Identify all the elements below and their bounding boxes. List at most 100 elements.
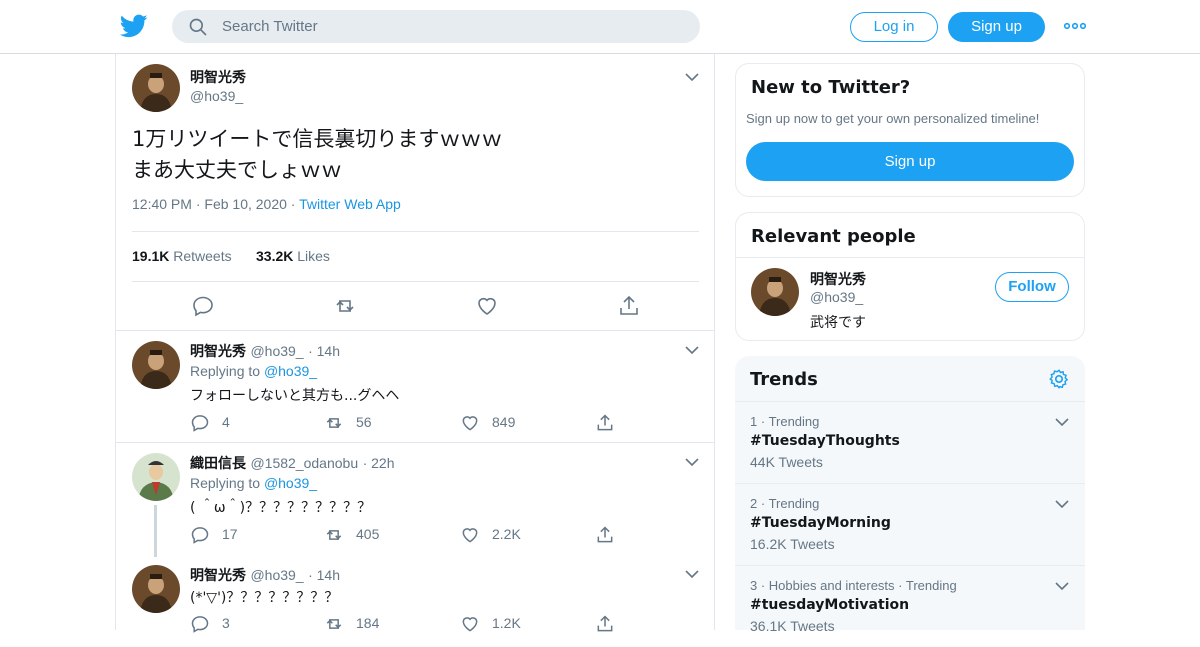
trend-tag[interactable]: #tuesdayMotivation (750, 597, 909, 613)
chevron-down-icon[interactable] (1055, 499, 1069, 509)
share-action[interactable] (595, 524, 627, 544)
retweet-action[interactable]: 56 (324, 412, 372, 432)
reply-time[interactable]: 14h (317, 343, 340, 359)
card-subtitle: Sign up now to get your own personalized… (746, 111, 1040, 126)
author-handle[interactable]: @ho39_ (250, 567, 303, 583)
retweet-icon (326, 530, 342, 541)
reply-count: 3 (222, 615, 230, 631)
more-dots-icon[interactable] (1064, 18, 1086, 34)
main-column: 明智光秀 @ho39_ 1万リツイートで信長裏切りますｗｗｗ まあ大丈夫でしょｗ… (115, 54, 715, 634)
reply-time[interactable]: 22h (371, 455, 394, 471)
tweet-time[interactable]: 12:40 PM (132, 196, 192, 212)
retweet-count: 405 (356, 526, 380, 542)
card-title: Relevant people (751, 226, 916, 247)
avatar[interactable] (132, 341, 180, 389)
chevron-down-icon[interactable] (685, 457, 699, 467)
likes-count: 33.2K (256, 248, 294, 264)
reply-tweet: 織田信長 @1582_odanobu · 22h Replying to @ho… (116, 443, 714, 557)
retweet-count: 184 (356, 615, 380, 631)
reply-icon (191, 616, 209, 634)
chevron-down-icon[interactable] (1055, 417, 1069, 427)
author-handle[interactable]: @ho39_ (250, 343, 303, 359)
author-handle[interactable]: @ho39_ (190, 88, 243, 104)
reply-action[interactable]: 4 (190, 412, 230, 433)
signup-button[interactable]: Sign up (746, 142, 1074, 181)
replying-to-handle[interactable]: @ho39_ (264, 363, 317, 379)
share-action[interactable] (595, 412, 627, 432)
like-icon[interactable] (475, 294, 499, 318)
avatar[interactable] (132, 64, 180, 112)
tweet-date[interactable]: Feb 10, 2020 (204, 196, 287, 212)
likes-label: Likes (297, 248, 330, 264)
reply-text: フォローしないと其方も...グヘヘ (190, 388, 400, 404)
author-name[interactable]: 明智光秀 (190, 67, 246, 87)
avatar[interactable] (132, 565, 180, 613)
like-action[interactable]: 1.2K (460, 613, 521, 633)
like-icon (462, 416, 478, 431)
search-icon (189, 18, 207, 36)
trend-tag[interactable]: #TuesdayMorning (750, 515, 891, 531)
login-button[interactable]: Log in (850, 12, 938, 42)
trend-count: 36.1K Tweets (750, 618, 835, 634)
chevron-down-icon[interactable] (1055, 581, 1069, 591)
like-action[interactable]: 2.2K (460, 524, 521, 544)
divider (736, 257, 1084, 258)
tweet-stats: 19.1K Retweets 33.2K Likes (132, 231, 699, 282)
signup-button[interactable]: Sign up (948, 12, 1045, 42)
reply-action[interactable]: 17 (190, 524, 238, 545)
tweet-actions (116, 294, 714, 318)
trend-item[interactable]: 3 · Hobbies and interests · Trending #tu… (735, 565, 1085, 647)
chevron-down-icon[interactable] (685, 569, 699, 579)
chevron-down-icon[interactable] (685, 345, 699, 355)
author-handle[interactable]: @1582_odanobu (250, 455, 358, 471)
author-name[interactable]: 織田信長 (190, 456, 246, 472)
trend-category: Hobbies and interests · Trending (768, 578, 957, 593)
retweet-action[interactable]: 184 (324, 613, 379, 633)
retweet-icon[interactable] (333, 294, 357, 318)
follow-button[interactable]: Follow (995, 272, 1069, 302)
trend-rank: 1 (750, 414, 758, 429)
share-icon[interactable] (617, 294, 641, 318)
reply-action[interactable]: 3 (190, 613, 230, 634)
share-icon (597, 615, 613, 632)
search-bar[interactable] (172, 10, 700, 43)
like-count: 849 (492, 414, 516, 430)
main-tweet: 明智光秀 @ho39_ 1万リツイートで信長裏切りますｗｗｗ まあ大丈夫でしょｗ… (116, 54, 714, 331)
share-action[interactable] (595, 613, 627, 633)
retweet-icon (326, 418, 342, 429)
trend-tag[interactable]: #TuesdayThoughts (750, 433, 900, 449)
retweets-label: Retweets (173, 248, 232, 264)
reply-icon[interactable] (191, 294, 215, 318)
author-name[interactable]: 明智光秀 (190, 344, 246, 360)
share-icon (597, 526, 613, 543)
trend-count: 44K Tweets (750, 454, 823, 470)
avatar[interactable] (132, 453, 180, 501)
likes-stat[interactable]: 33.2K Likes (256, 248, 330, 264)
tweet-source-app[interactable]: Twitter Web App (299, 196, 401, 212)
retweets-stat[interactable]: 19.1K Retweets (132, 248, 232, 264)
retweet-action[interactable]: 405 (324, 524, 379, 544)
like-count: 2.2K (492, 526, 521, 542)
trend-item[interactable]: 1 · Trending #TuesdayThoughts 44K Tweets (735, 401, 1085, 483)
reply-header: 明智光秀 @ho39_ · 14h (190, 567, 340, 584)
reply-time[interactable]: 14h (317, 567, 340, 583)
search-input[interactable] (222, 10, 682, 43)
replying-to-handle[interactable]: @ho39_ (264, 475, 317, 491)
chevron-down-icon[interactable] (685, 72, 699, 82)
trend-category: Trending (768, 414, 820, 429)
twitter-logo-icon[interactable] (120, 12, 148, 40)
trends-card: Trends 1 · Trending #TuesdayThoughts 44K… (735, 356, 1085, 634)
reply-icon (191, 415, 209, 433)
retweets-count: 19.1K (132, 248, 170, 264)
avatar[interactable] (751, 268, 799, 316)
top-bar: Log in Sign up (0, 0, 1200, 54)
author-name[interactable]: 明智光秀 (190, 568, 246, 584)
like-action[interactable]: 849 (460, 412, 515, 432)
reply-header: 明智光秀 @ho39_ · 14h (190, 343, 340, 360)
replying-prefix: Replying to (190, 475, 261, 491)
gear-icon[interactable] (1048, 368, 1070, 390)
person-name[interactable]: 明智光秀 (810, 269, 866, 289)
retweet-count: 56 (356, 414, 372, 430)
trend-item[interactable]: 2 · Trending #TuesdayMorning 16.2K Tweet… (735, 483, 1085, 565)
person-handle[interactable]: @ho39_ (810, 289, 863, 305)
